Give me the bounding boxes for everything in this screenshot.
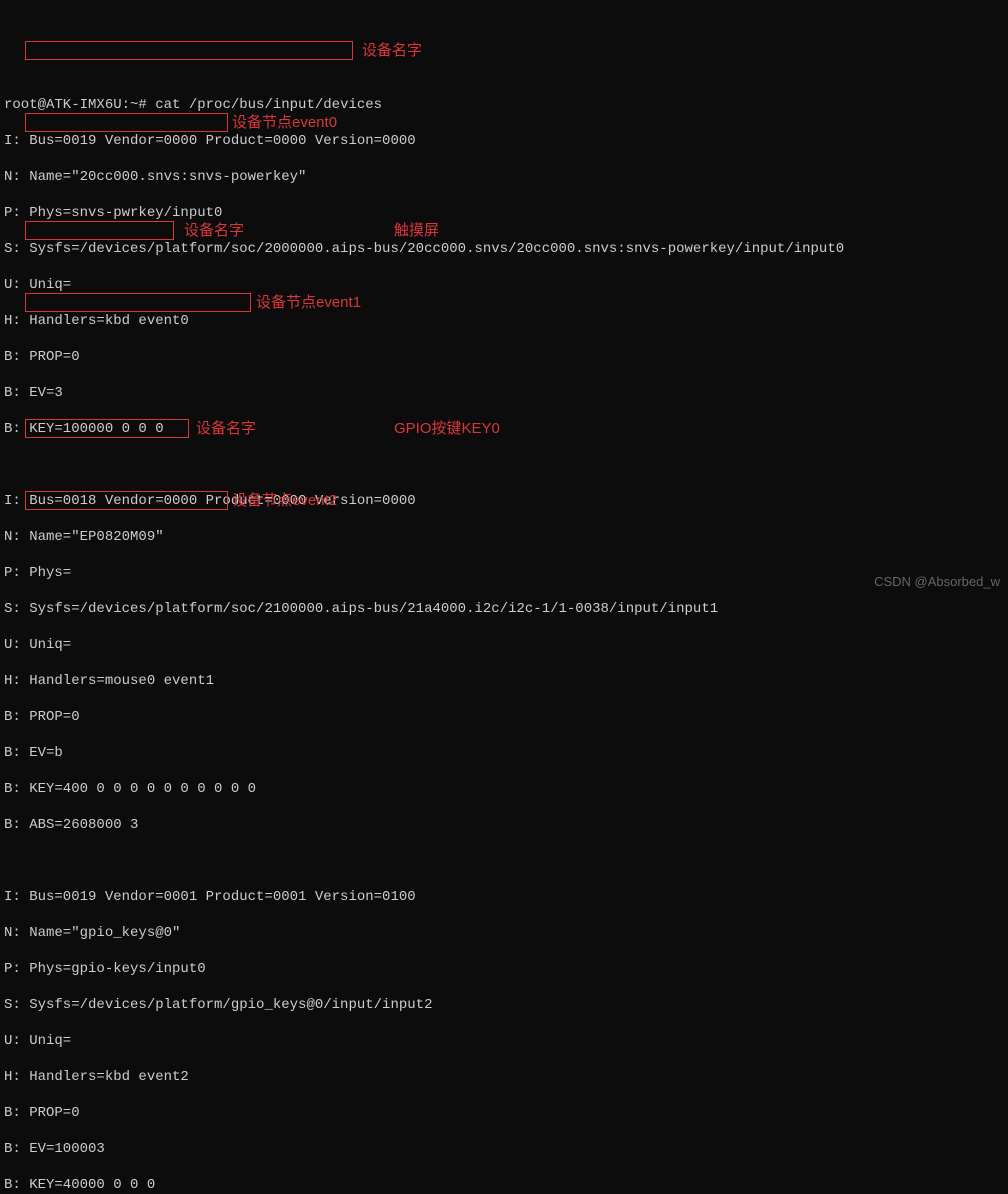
dev1-name: N: Name="20cc000.snvs:snvs-powerkey" xyxy=(4,168,1004,186)
dev2-prop: B: PROP=0 xyxy=(4,708,1004,726)
dev2-name: N: Name="EP0820M09" xyxy=(4,528,1004,546)
ann-dev3-name: 设备名字 xyxy=(196,420,256,438)
dev1-uniq: U: Uniq= xyxy=(4,276,1004,294)
dev2-key: B: KEY=400 0 0 0 0 0 0 0 0 0 0 xyxy=(4,780,1004,798)
ann-gpiokey: GPIO按键KEY0 xyxy=(394,420,500,438)
blank xyxy=(4,852,1004,870)
dev2-uniq: U: Uniq= xyxy=(4,636,1004,654)
command-line: root@ATK-IMX6U:~# cat /proc/bus/input/de… xyxy=(4,96,1004,114)
dev2-ev: B: EV=b xyxy=(4,744,1004,762)
dev3-phys: P: Phys=gpio-keys/input0 xyxy=(4,960,1004,978)
dev3-name: N: Name="gpio_keys@0" xyxy=(4,924,1004,942)
ann-dev3-event2: 设备节点event2 xyxy=(232,492,337,510)
dev3-uniq: U: Uniq= xyxy=(4,1032,1004,1050)
dev2-abs: B: ABS=2608000 3 xyxy=(4,816,1004,834)
dev3-sysfs: S: Sysfs=/devices/platform/gpio_keys@0/i… xyxy=(4,996,1004,1014)
dev3-prop: B: PROP=0 xyxy=(4,1104,1004,1122)
dev1-bus: I: Bus=0019 Vendor=0000 Product=0000 Ver… xyxy=(4,132,1004,150)
dev1-ev: B: EV=3 xyxy=(4,384,1004,402)
dev1-handlers: H: Handlers=kbd event0 xyxy=(4,312,1004,330)
ann-dev2-name: 设备名字 xyxy=(184,222,244,240)
dev1-phys: P: Phys=snvs-pwrkey/input0 xyxy=(4,204,1004,222)
dev2-bus: I: Bus=0018 Vendor=0000 Product=0000 Ver… xyxy=(4,492,1004,510)
dev3-bus: I: Bus=0019 Vendor=0001 Product=0001 Ver… xyxy=(4,888,1004,906)
blank xyxy=(4,456,1004,474)
dev3-handlers: H: Handlers=kbd event2 xyxy=(4,1068,1004,1086)
command-text: cat /proc/bus/input/devices xyxy=(155,97,382,113)
ann-dev1-name: 设备名字 xyxy=(362,42,422,60)
dev1-key: B: KEY=100000 0 0 0 xyxy=(4,420,1004,438)
box-dev1-name xyxy=(25,41,353,60)
dev1-sysfs: S: Sysfs=/devices/platform/soc/2000000.a… xyxy=(4,240,1004,258)
dev2-phys: P: Phys= xyxy=(4,564,1004,582)
dev3-ev: B: EV=100003 xyxy=(4,1140,1004,1158)
ann-dev2-event1: 设备节点event1 xyxy=(256,294,361,312)
dev2-handlers: H: Handlers=mouse0 event1 xyxy=(4,672,1004,690)
prompt: root@ATK-IMX6U:~# xyxy=(4,97,155,113)
dev2-sysfs: S: Sysfs=/devices/platform/soc/2100000.a… xyxy=(4,600,1004,618)
dev1-prop: B: PROP=0 xyxy=(4,348,1004,366)
terminal-output: root@ATK-IMX6U:~# cat /proc/bus/input/de… xyxy=(4,78,1004,1194)
ann-dev1-event0: 设备节点event0 xyxy=(232,114,337,132)
ann-touchscreen: 触摸屏 xyxy=(394,222,439,240)
dev3-key: B: KEY=40000 0 0 0 xyxy=(4,1176,1004,1194)
watermark: CSDN @Absorbed_w xyxy=(874,573,1000,591)
